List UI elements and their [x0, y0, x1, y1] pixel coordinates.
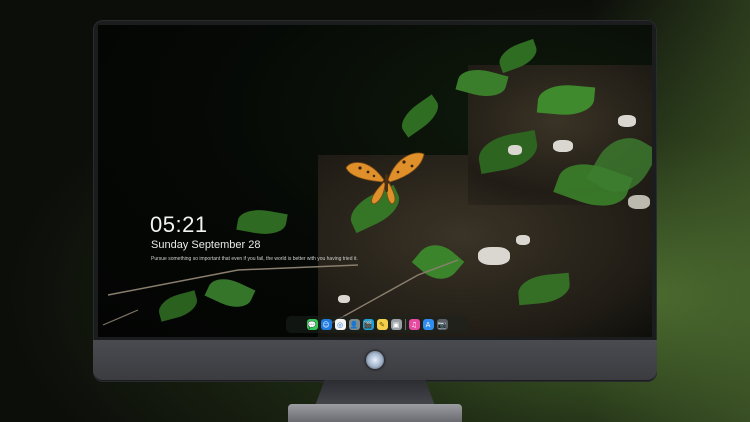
dock-app-messages-icon[interactable]: 💬 — [306, 319, 318, 330]
dock: 💬 ☺ ◎ 👤 🎬 ✎ ▣ ♫ A 📷 — [286, 316, 468, 333]
monitor-stand-base — [288, 404, 462, 422]
butterfly-image — [345, 152, 425, 205]
monitor-stand-neck — [315, 380, 435, 406]
dock-app-contacts-icon[interactable]: 👤 — [348, 319, 360, 330]
dock-app-notes-icon[interactable]: ✎ — [376, 319, 388, 330]
dock-app-app-store-icon[interactable]: A — [422, 319, 434, 330]
dock-separator — [404, 319, 406, 330]
dock-app-movie-clapper-icon[interactable]: 🎬 — [362, 319, 374, 330]
dock-app-photos-icon[interactable]: ▣ — [390, 319, 402, 330]
brand-logo-icon — [366, 351, 384, 369]
lockscreen-quote: Pursue something so important that even … — [151, 256, 358, 262]
dock-app-safari-icon[interactable]: ◎ — [334, 319, 346, 330]
dock-app-finder-icon[interactable]: ☺ — [320, 319, 332, 330]
lockscreen-date: Sunday September 28 — [151, 239, 261, 251]
lockscreen-clock: 05:21 — [150, 212, 208, 237]
dock-app-camera-icon[interactable]: 📷 — [436, 319, 448, 330]
dock-app-itunes-icon[interactable]: ♫ — [408, 319, 420, 330]
